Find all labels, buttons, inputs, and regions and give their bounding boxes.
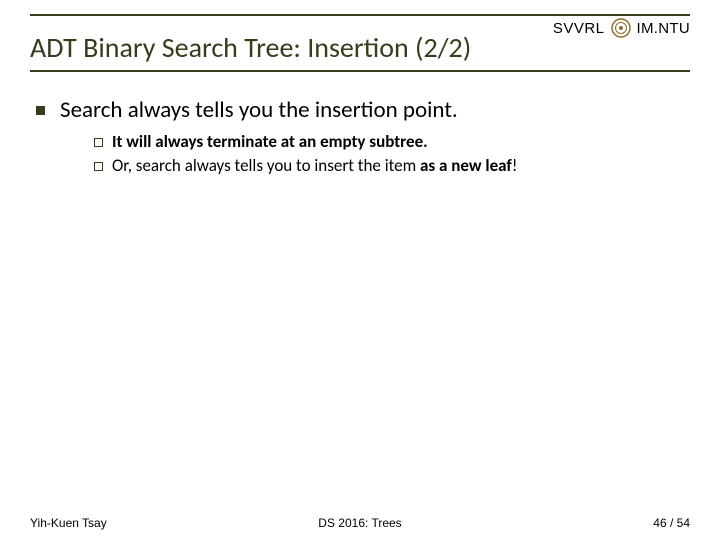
footer-course: DS 2016: Trees [318,516,401,530]
footer-author: Yih-Kuen Tsay [30,516,107,530]
sub-bullet-item: It will always terminate at an empty sub… [90,131,690,153]
sub-bullet-bold: as a new leaf [420,155,512,176]
bullet-list-level1: Search always tells you the insertion po… [30,96,690,177]
seal-icon [611,18,631,38]
sub-bullet-item: Or, search always tells you to insert th… [90,155,690,177]
slide-title: ADT Binary Search Tree: Insertion (2/2) [30,30,471,65]
slide-footer: Yih-Kuen Tsay DS 2016: Trees 46 / 54 [30,516,690,530]
sub-bullet-suffix: ! [512,155,518,176]
slide-content: Search always tells you the insertion po… [0,72,720,177]
org-left-label: SVVRL [553,20,605,37]
title-underline [30,70,690,72]
bullet-text: Search always tells you the insertion po… [60,96,458,124]
slide-header: SVVRL IM.NTU ADT Binary Search Tree: Ins… [0,0,720,72]
footer-page-number: 46 / 54 [653,516,690,530]
sub-bullet-text: It will always terminate at an empty sub… [112,131,428,152]
top-rule [30,14,690,16]
sub-bullet-prefix: Or, search always tells you to insert th… [112,155,420,176]
bullet-list-level2: It will always terminate at an empty sub… [60,131,690,177]
org-attribution: SVVRL IM.NTU [553,18,690,38]
org-right-label: IM.NTU [637,20,690,37]
bullet-item: Search always tells you the insertion po… [30,96,690,177]
